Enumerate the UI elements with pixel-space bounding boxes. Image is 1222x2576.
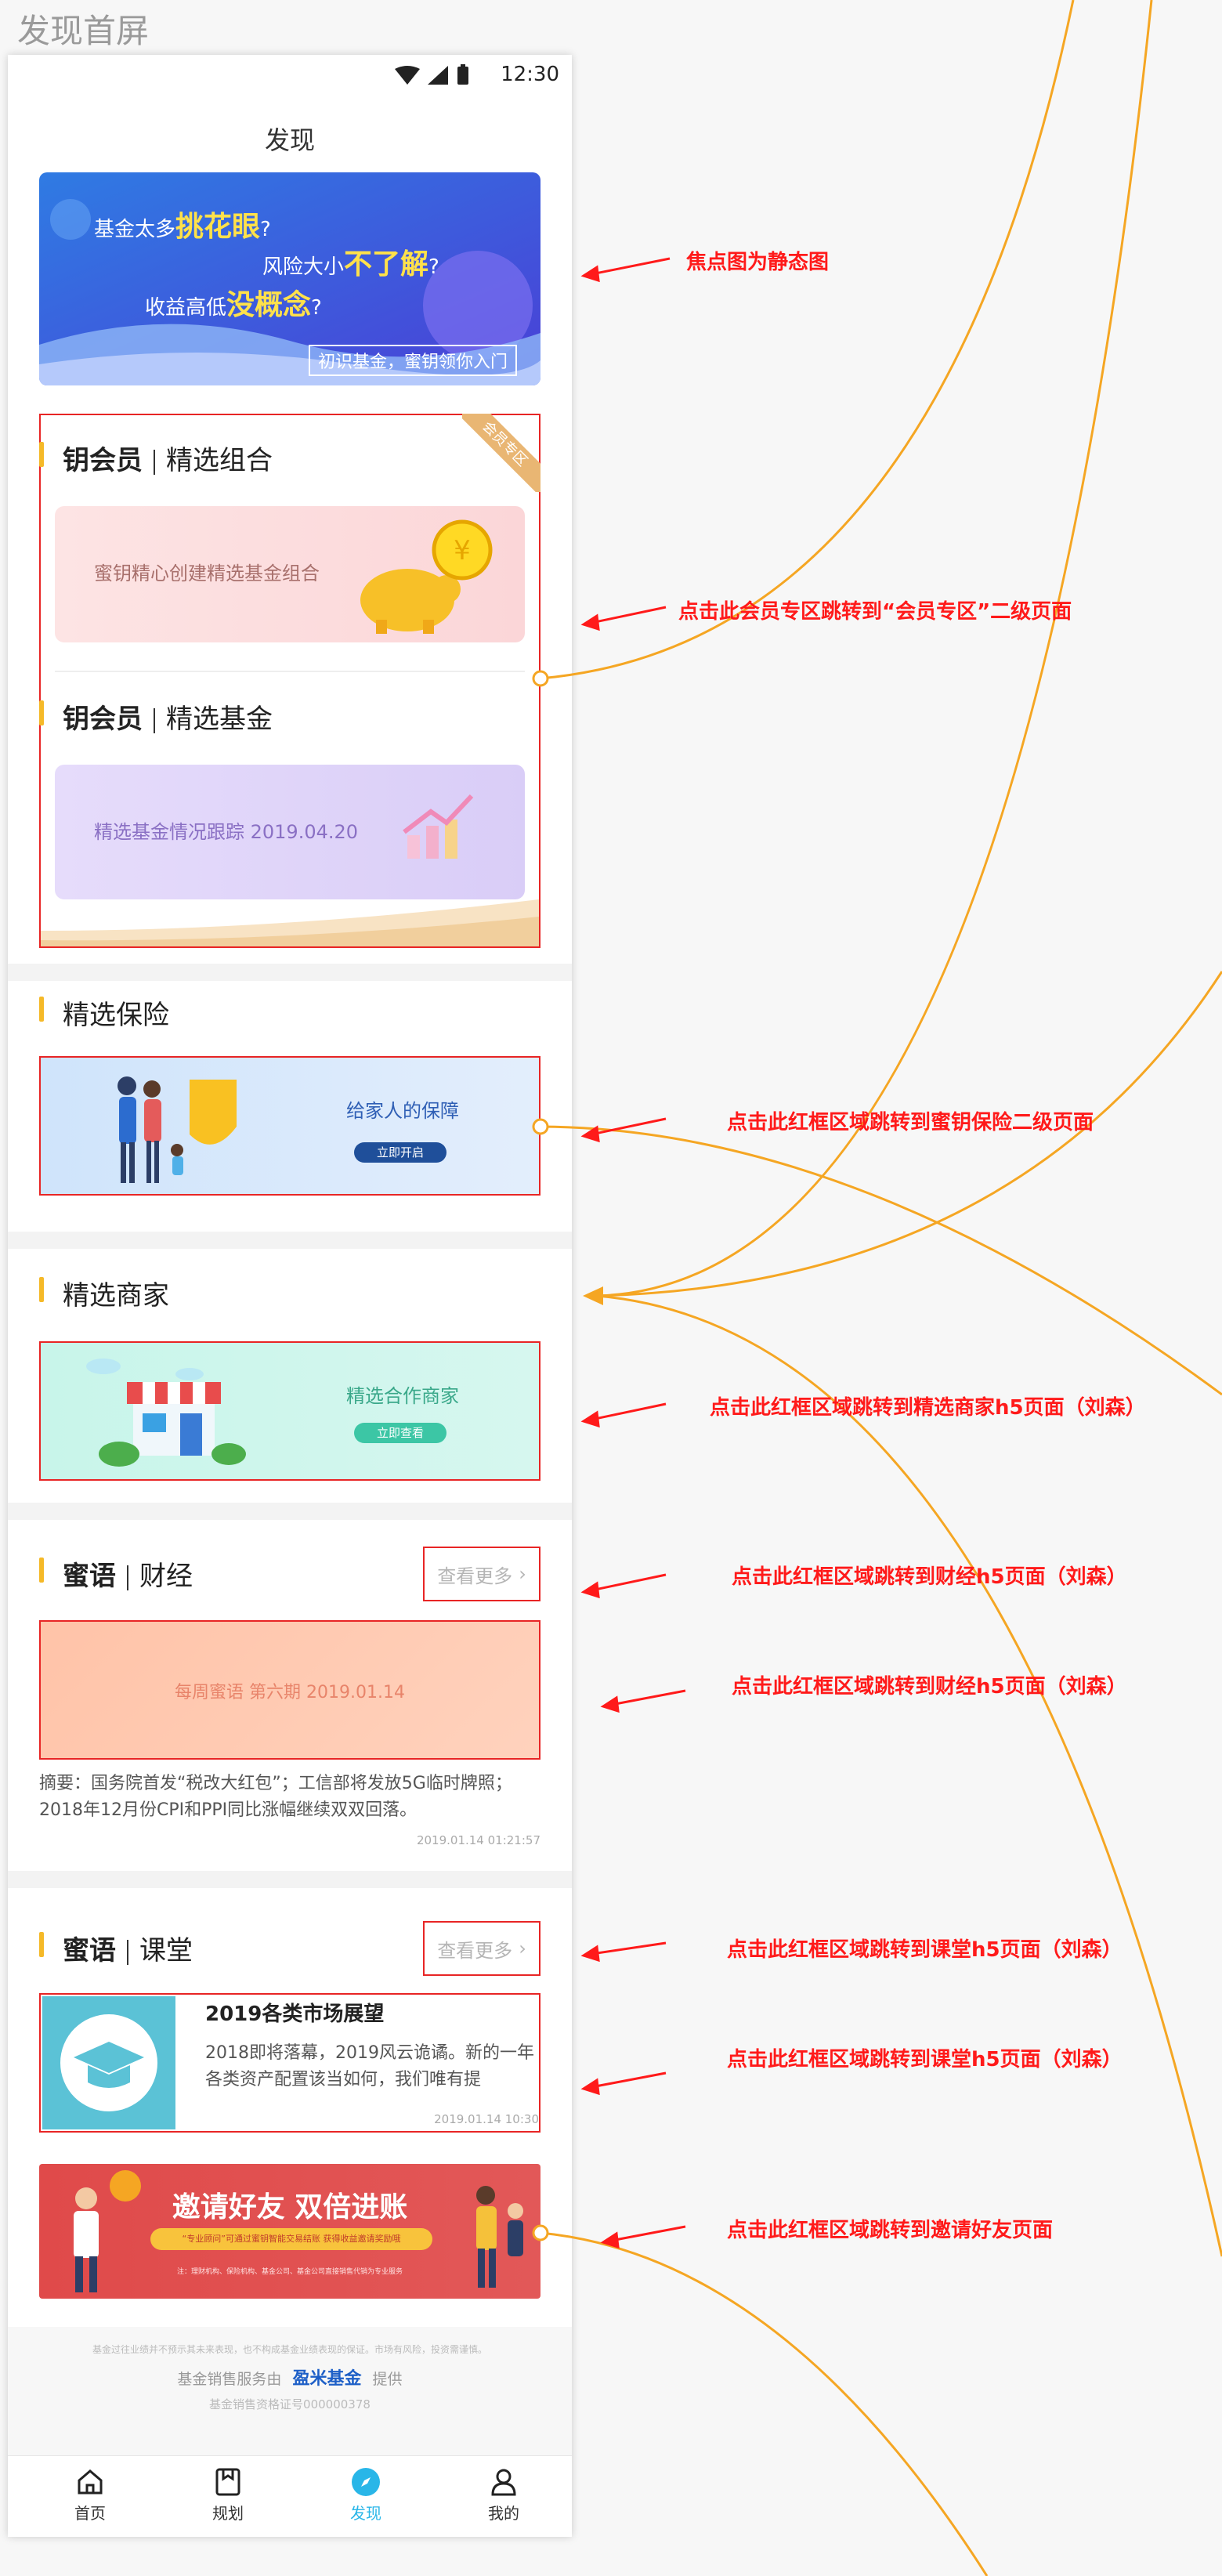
annotation-insurance: 点击此红框区域跳转到蜜钥保险二级页面 [727,1111,1094,1134]
annotation-member: 点击此会员专区跳转到“会员专区”二级页面 [678,600,1072,624]
annotation-connectors [532,0,1222,2576]
annotation-merchant: 点击此红框区域跳转到精选商家h5页面（刘森） [710,1396,1146,1420]
annotation-finance-more: 点击此红框区域跳转到财经h5页面（刘森） [732,1565,1127,1589]
annotation-finance-card: 点击此红框区域跳转到财经h5页面（刘森） [732,1675,1127,1699]
annotation-invite: 点击此红框区域跳转到邀请好友页面 [727,2219,1054,2242]
annotation-banner: 焦点图为静态图 [686,251,830,274]
annotation-classroom-article: 点击此红框区域跳转到课堂h5页面（刘森） [727,2048,1123,2071]
annotation-classroom-more: 点击此红框区域跳转到课堂h5页面（刘森） [727,1938,1123,1962]
